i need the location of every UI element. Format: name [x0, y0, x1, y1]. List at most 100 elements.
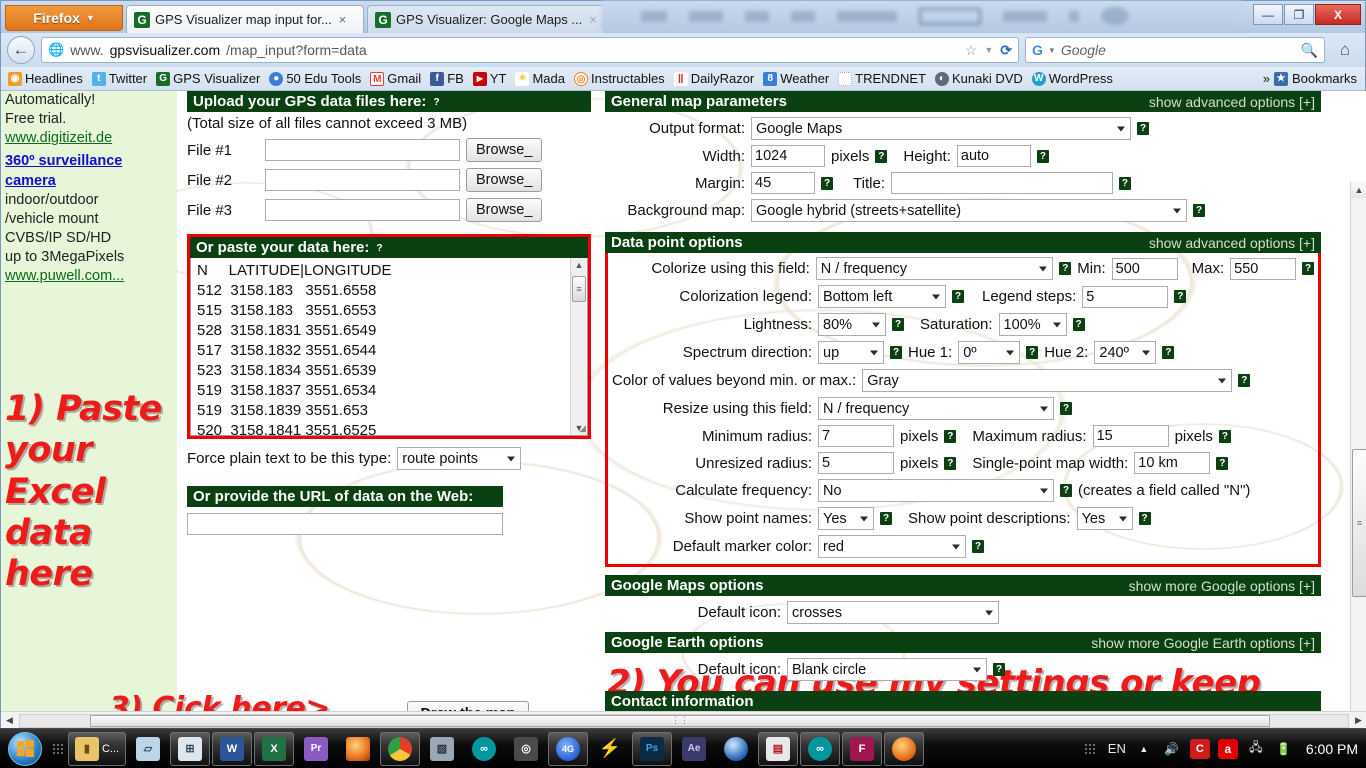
help-icon[interactable]: ? — [1302, 262, 1315, 275]
spectrum-direction-select[interactable]: up — [818, 341, 884, 364]
help-icon[interactable]: ? — [1193, 204, 1205, 217]
textarea-scrollbar[interactable]: ▲ ≡ ▼ — [570, 258, 587, 435]
taskbar-item-firefox[interactable] — [338, 732, 378, 766]
back-arrow-icon[interactable]: ← — [7, 36, 35, 64]
file-2-browse-button[interactable]: Browse_ — [466, 168, 543, 192]
tab-gps-map-input[interactable]: G GPS Visualizer map input for... × — [126, 5, 364, 33]
bookmark-dailyrazor[interactable]: ‖ DailyRazor — [671, 71, 758, 86]
chevron-down-icon[interactable]: ▼ — [1048, 46, 1056, 55]
ad-link-puwell[interactable]: www.puwell.com... — [5, 268, 124, 284]
minimize-button[interactable]: — — [1253, 4, 1283, 25]
taskbar-item-calculator[interactable]: ⊞ — [170, 731, 210, 766]
help-icon[interactable]: ? — [1060, 484, 1072, 497]
bookmark-mada[interactable]: ✶ Mada — [512, 71, 568, 86]
bookmark-twitter[interactable]: t Twitter — [89, 71, 150, 86]
help-icon[interactable]: ? — [1026, 346, 1039, 359]
help-icon[interactable]: ? — [944, 429, 957, 443]
bookmark-instructables[interactable]: ◎ Instructables — [571, 71, 668, 86]
battery-icon[interactable]: 🔋 — [1274, 739, 1294, 759]
bookmark-star-icon[interactable]: ☆ — [965, 42, 978, 59]
horizontal-scroll-track[interactable]: ⋮⋮ — [19, 713, 1349, 728]
scroll-up-icon[interactable]: ▲ — [575, 258, 584, 272]
colorize-field-select[interactable]: N / frequency — [815, 257, 1054, 280]
max-radius-input[interactable] — [1092, 425, 1169, 447]
taskbar-item-google-earth[interactable] — [716, 732, 756, 766]
help-icon[interactable]: ? — [890, 346, 902, 359]
google-maps-icon-select[interactable]: crosses — [787, 601, 999, 624]
legend-select[interactable]: Bottom left — [818, 285, 946, 308]
taskbar-item-after-effects[interactable]: Ae — [674, 732, 714, 766]
bookmark-weather[interactable]: 8 Weather — [760, 71, 832, 86]
help-icon[interactable]: ? — [944, 456, 957, 470]
file-1-input[interactable] — [265, 139, 460, 161]
help-icon[interactable]: ? — [972, 540, 984, 553]
background-map-select[interactable]: Google hybrid (streets+satellite) — [751, 199, 1187, 222]
windows-start-button[interactable] — [2, 730, 48, 768]
bookmark-gps-visualizer[interactable]: G GPS Visualizer — [153, 71, 263, 86]
help-icon[interactable]: ? — [373, 241, 386, 255]
close-icon[interactable]: × — [337, 12, 347, 27]
unresized-radius-input[interactable] — [818, 452, 894, 474]
taskbar-item-flash-app[interactable]: ⚡ — [590, 732, 630, 766]
taskbar-item-arduino[interactable]: ∞ — [464, 732, 504, 766]
overflow-chevron-icon[interactable]: » — [1263, 71, 1270, 86]
bookmark-yt[interactable]: ▶ YT — [470, 71, 510, 86]
help-icon[interactable]: ? — [1036, 149, 1049, 163]
horizontal-scroll-thumb[interactable]: ⋮⋮ — [90, 714, 1270, 727]
textarea-scroll-thumb[interactable]: ≡ — [572, 276, 586, 302]
margin-input[interactable] — [751, 172, 815, 194]
firefox-menu-button[interactable]: Firefox ▼ — [5, 5, 123, 31]
help-icon[interactable]: ? — [821, 176, 833, 190]
comodo-icon[interactable]: C — [1189, 738, 1210, 759]
ad-headline-surveillance-camera[interactable]: 360º surveillance camera — [5, 152, 173, 190]
taskbar-item-firefox-active[interactable] — [884, 731, 924, 766]
data-point-advanced-toggle[interactable]: show advanced options [+] — [1149, 235, 1315, 251]
maximize-button[interactable]: ❐ — [1284, 4, 1314, 25]
tray-grip[interactable] — [1084, 735, 1095, 763]
default-marker-color-select[interactable]: red — [818, 535, 966, 558]
taskbar-item-acrobat[interactable]: ▤ — [758, 731, 798, 766]
taskbar-item-ms-excel[interactable]: X — [254, 731, 294, 766]
google-earth-advanced-toggle[interactable]: show more Google Earth options [+] — [1091, 635, 1315, 651]
file-3-browse-button[interactable]: Browse_ — [466, 198, 543, 222]
taskbar-grip[interactable] — [53, 735, 63, 763]
help-icon[interactable]: ? — [430, 95, 443, 109]
bookmark-wordpress[interactable]: W WordPress — [1029, 71, 1116, 86]
force-plain-text-select[interactable]: route points — [397, 447, 522, 470]
bookmark-headlines[interactable]: ◉ Headlines — [5, 71, 86, 86]
close-icon[interactable]: × — [587, 12, 597, 27]
scroll-right-icon[interactable]: ▶ — [1350, 715, 1366, 726]
help-icon[interactable]: ? — [1072, 318, 1085, 331]
bookmarks-overflow[interactable]: » ★ Bookmarks — [1263, 71, 1361, 86]
taskbar-item-f-app[interactable]: F — [842, 731, 882, 766]
home-icon[interactable]: ⌂ — [1331, 40, 1359, 60]
saturation-select[interactable]: 100% — [998, 313, 1067, 336]
help-icon[interactable]: ? — [875, 149, 888, 163]
min-radius-input[interactable] — [818, 425, 894, 447]
help-icon[interactable]: ? — [1238, 374, 1251, 387]
show-point-names-select[interactable]: Yes — [818, 507, 874, 530]
avira-icon[interactable]: a — [1217, 738, 1238, 759]
taskbar-item-chrome[interactable] — [380, 731, 420, 766]
vertical-scroll-thumb[interactable]: ≡ — [1352, 449, 1366, 597]
help-icon[interactable]: ? — [993, 663, 1005, 676]
taskbar-item-spiral-app[interactable]: ◎ — [506, 732, 546, 766]
google-earth-icon-select[interactable]: Blank circle — [787, 658, 987, 681]
taskbar-clock[interactable]: 6:00 PM — [1302, 741, 1358, 757]
help-icon[interactable]: ? — [892, 318, 904, 331]
show-hidden-icons-icon[interactable]: ▲ — [1134, 739, 1154, 759]
reload-icon[interactable]: ⟳ — [1000, 42, 1012, 59]
beyond-minmax-select[interactable]: Gray — [862, 369, 1233, 392]
hue1-select[interactable]: 0º — [958, 341, 1021, 364]
file-1-browse-button[interactable]: Browse_ — [466, 138, 543, 162]
help-icon[interactable]: ? — [1118, 176, 1131, 190]
bookmark-gmail[interactable]: M Gmail — [367, 71, 424, 86]
scroll-left-icon[interactable]: ◀ — [1, 715, 18, 726]
help-icon[interactable]: ? — [1218, 429, 1231, 443]
help-icon[interactable]: ? — [880, 512, 892, 525]
taskbar-item-adobe-premiere[interactable]: Pr — [296, 732, 336, 766]
calculate-frequency-select[interactable]: No — [818, 479, 1054, 502]
search-bar[interactable]: G ▼ Google 🔍 — [1025, 37, 1325, 63]
help-icon[interactable]: ? — [1162, 346, 1175, 359]
language-indicator[interactable]: EN — [1108, 741, 1126, 756]
